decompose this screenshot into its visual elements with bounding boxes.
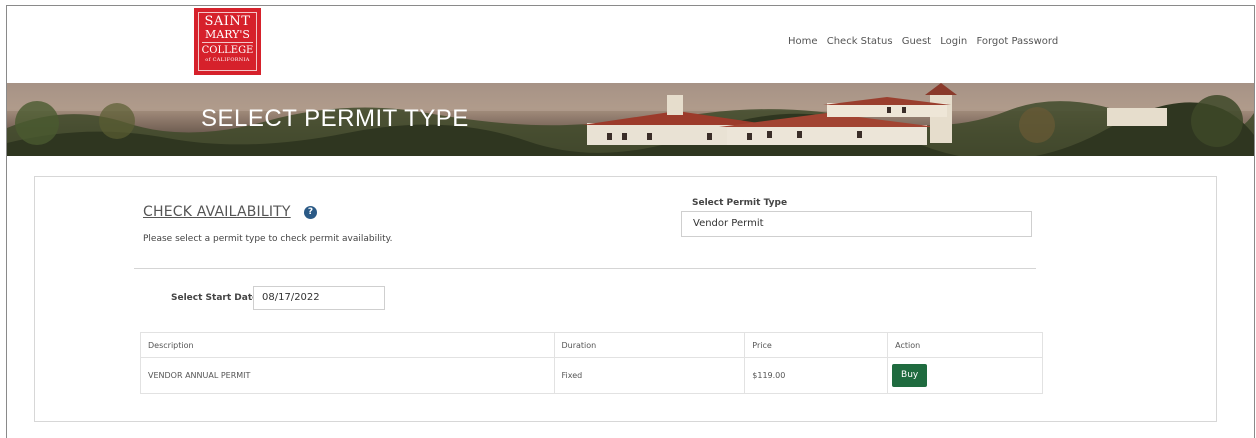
column-header-duration: Duration xyxy=(553,332,746,358)
permit-type-label: Select Permit Type xyxy=(692,198,788,208)
top-nav: Home Check Status Guest Login Forgot Pas… xyxy=(788,36,1064,47)
permit-price: $119.00 xyxy=(744,357,889,394)
table-header-row: Description Duration Price Action xyxy=(140,332,1043,358)
nav-home[interactable]: Home xyxy=(788,36,818,47)
logo-line-2: MARY'S xyxy=(205,28,250,41)
table-row: VENDOR ANNUAL PERMIT Fixed $119.00 Buy xyxy=(140,357,1043,394)
nav-login[interactable]: Login xyxy=(940,36,967,47)
nav-check-status[interactable]: Check Status xyxy=(827,36,893,47)
logo-line-4: of CALIFORNIA xyxy=(205,57,250,63)
logo-line-1: SAINT xyxy=(204,14,251,29)
permit-duration: Fixed xyxy=(553,357,746,394)
nav-guest[interactable]: Guest xyxy=(902,36,931,47)
column-header-action: Action xyxy=(887,332,1043,358)
nav-forgot-password[interactable]: Forgot Password xyxy=(976,36,1058,47)
question-circle-icon[interactable]: ? xyxy=(304,206,317,219)
page-banner-title: SELECT PERMIT TYPE xyxy=(201,105,469,132)
logo-line-3: COLLEGE xyxy=(201,45,254,56)
permit-description: VENDOR ANNUAL PERMIT xyxy=(140,357,555,394)
start-date-label: Select Start Date: xyxy=(171,293,262,303)
buy-button[interactable]: Buy xyxy=(892,364,928,387)
column-header-description: Description xyxy=(140,332,555,358)
permit-table: Description Duration Price Action VENDOR… xyxy=(140,332,1043,394)
campus-banner: SELECT PERMIT TYPE xyxy=(7,83,1254,156)
column-header-price: Price xyxy=(744,332,889,358)
start-date-input[interactable]: 08/17/2022 xyxy=(253,286,385,310)
college-logo[interactable]: SAINT MARY'S COLLEGE of CALIFORNIA xyxy=(194,8,261,75)
check-availability-heading: CHECK AVAILABILITY xyxy=(143,204,291,220)
section-divider xyxy=(134,268,1036,269)
campus-banner-image xyxy=(7,83,1254,156)
permit-action-cell: Buy xyxy=(887,357,1043,394)
permit-type-select[interactable]: Vendor Permit xyxy=(681,211,1032,237)
check-availability-description: Please select a permit type to check per… xyxy=(143,234,393,244)
